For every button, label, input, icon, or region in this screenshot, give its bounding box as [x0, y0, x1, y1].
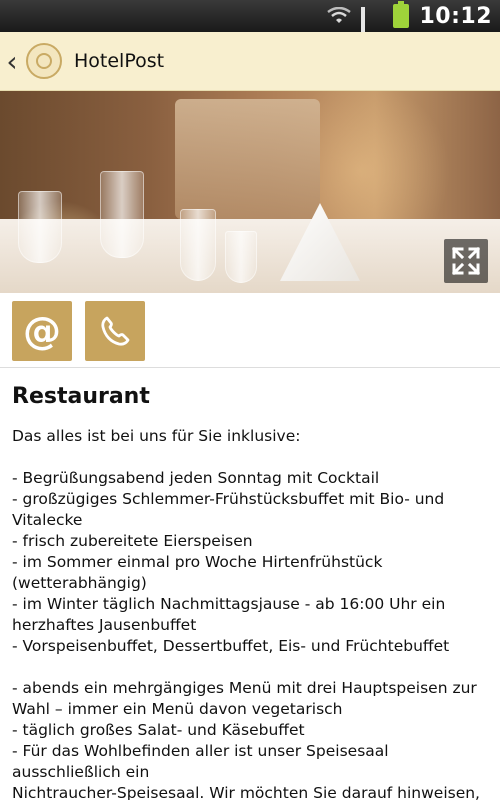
list-item: Nichtraucher-Speisesaal. Wir möchten Sie… — [12, 784, 480, 800]
intro-text: Das alles ist bei uns für Sie inklusive: — [12, 427, 301, 445]
chevron-left-icon[interactable]: ‹ — [2, 45, 22, 78]
restaurant-hero-image — [0, 91, 500, 293]
section-title: Restaurant — [12, 384, 150, 409]
list-item: - frisch zubereitete Eierspeisen — [12, 532, 253, 550]
email-button[interactable]: @ — [12, 301, 72, 361]
phone-icon — [101, 316, 130, 346]
list-item: Wahl – immer ein Menü davon vegetarisch — [12, 700, 343, 718]
at-sign-icon: @ — [23, 309, 61, 353]
app-title: HotelPost — [74, 50, 165, 72]
status-bar: 10:12 — [0, 0, 500, 51]
contact-actions: @ — [0, 293, 500, 368]
expand-image-button[interactable] — [444, 239, 488, 283]
battery-icon — [393, 1, 410, 28]
hero-glass-shape — [225, 231, 257, 283]
list-item: (wetterabhängig) — [12, 574, 147, 592]
hero-glass-shape — [180, 209, 216, 281]
wifi-icon — [327, 6, 352, 25]
hero-chair-shape — [175, 99, 320, 219]
phone-button[interactable] — [85, 301, 145, 361]
hotel-logo-icon[interactable] — [26, 43, 62, 79]
list-item: ausschließlich ein — [12, 763, 150, 781]
list-item: Vitalecke — [12, 511, 83, 529]
list-item: - täglich großes Salat- und Käsebuffet — [12, 721, 305, 739]
signal-icon — [361, 7, 383, 51]
list-item: - Vorspeisenbuffet, Dessertbuffet, Eis- … — [12, 637, 450, 655]
list-item: - im Winter täglich Nachmittagsjause - a… — [12, 595, 446, 613]
feature-list: - Begrüßungsabend jeden Sonntag mit Cock… — [12, 468, 488, 800]
list-item: - abends ein mehrgängiges Menü mit drei … — [12, 679, 477, 697]
list-item: - Für das Wohlbefinden aller ist unser S… — [12, 742, 389, 760]
content-area: Restaurant Das alles ist bei uns für Sie… — [12, 380, 488, 800]
hero-glass-shape — [18, 191, 62, 263]
list-item: - Begrüßungsabend jeden Sonntag mit Cock… — [12, 469, 380, 487]
app-header: ‹ HotelPost — [0, 32, 500, 91]
hero-glass-shape — [100, 171, 144, 258]
list-item: herzhaftes Jausenbuffet — [12, 616, 197, 634]
expand-icon — [451, 246, 481, 276]
status-time: 10:12 — [419, 3, 492, 29]
list-item: - im Sommer einmal pro Woche Hirtenfrühs… — [12, 553, 383, 571]
list-item: - großzügiges Schlemmer-Frühstücksbuffet… — [12, 490, 445, 508]
